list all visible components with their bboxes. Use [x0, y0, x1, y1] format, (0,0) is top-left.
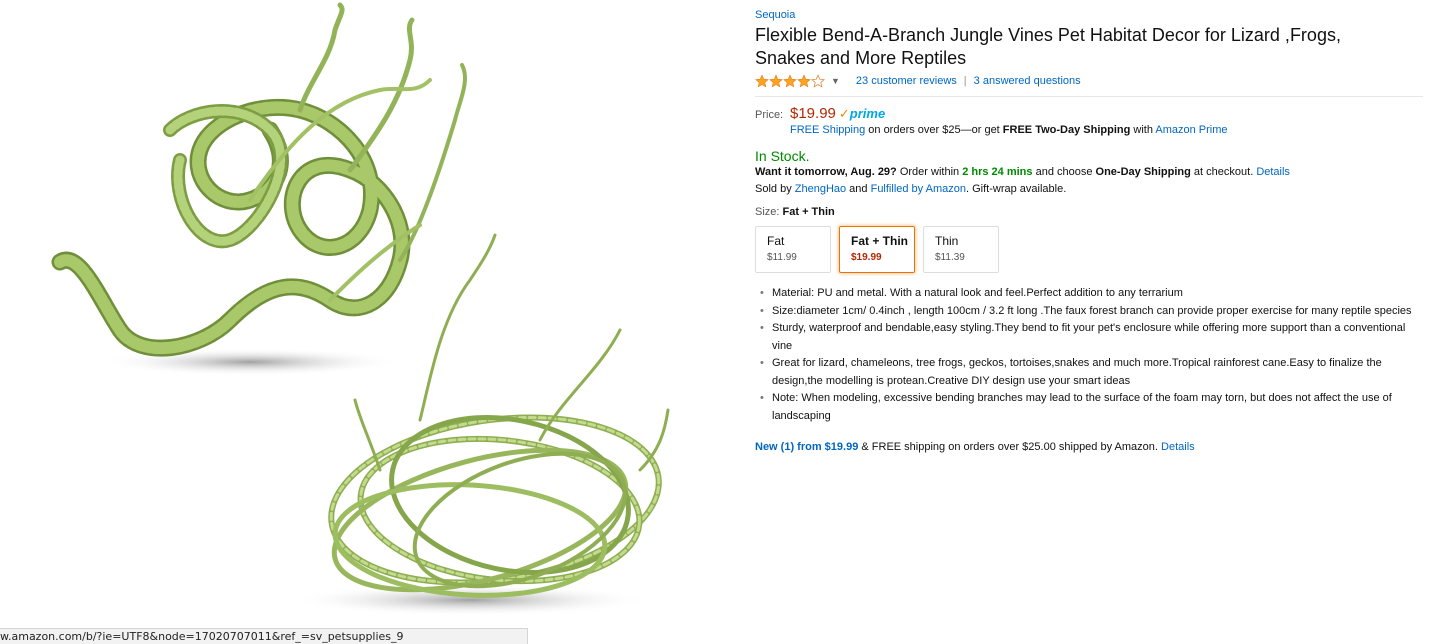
size-swatches: Fat $11.99 Fat + Thin $19.99 Thin $11.39 — [755, 226, 1425, 273]
shipping-text: on orders over $25—or get — [865, 124, 1003, 136]
shipping-info: FREE Shipping on orders over $25—or get … — [790, 124, 1425, 136]
prime-badge[interactable]: ✓ prime — [839, 106, 885, 122]
free-shipping-link[interactable]: FREE Shipping — [790, 124, 865, 136]
offers-line: New (1) from $19.99 & FREE shipping on o… — [755, 441, 1425, 453]
feature-bullet: Great for lizard, chameleons, tree frogs… — [755, 355, 1425, 390]
status-bar-url: w.amazon.com/b/?ie=UTF8&node=17020707011… — [0, 628, 528, 644]
seller-link[interactable]: ZhengHao — [795, 183, 846, 195]
and-text: and — [846, 183, 871, 195]
choose-text: and choose — [1032, 166, 1096, 178]
offers-details-link[interactable]: Details — [1161, 441, 1195, 453]
feature-bullet: Sturdy, waterproof and bendable,easy sty… — [755, 320, 1425, 355]
gift-wrap-text: . Gift-wrap available. — [965, 183, 1067, 195]
star-full-icon — [783, 74, 797, 88]
customer-reviews-link[interactable]: 23 customer reviews — [856, 75, 957, 87]
new-offers-link[interactable]: New (1) from $19.99 — [755, 441, 858, 453]
feature-bullet: Size:diameter 1cm/ 0.4inch , length 100c… — [755, 303, 1425, 321]
size-option-name: Fat — [767, 234, 785, 248]
feature-bullets: Material: PU and metal. With a natural l… — [755, 285, 1425, 425]
sold-by-text: Sold by — [755, 183, 795, 195]
chevron-down-icon[interactable]: ▼ — [831, 76, 840, 86]
product-detail: Sequoia Flexible Bend-A-Branch Jungle Vi… — [755, 8, 1425, 453]
product-image[interactable] — [0, 0, 700, 644]
amazon-prime-link[interactable]: Amazon Prime — [1155, 124, 1227, 136]
order-within-text: Order within — [896, 166, 963, 178]
one-day-shipping: One-Day Shipping — [1095, 166, 1191, 178]
size-option-fat[interactable]: Fat $11.99 — [755, 226, 831, 273]
brand-link[interactable]: Sequoia — [755, 8, 1425, 22]
price-value: $19.99 — [790, 105, 836, 122]
prime-check-icon: ✓ — [838, 106, 850, 121]
new-offers-label: New (1) from $19.99 — [755, 441, 859, 453]
star-full-icon — [755, 74, 769, 88]
size-option-thin[interactable]: Thin $11.39 — [923, 226, 999, 273]
star-full-icon — [797, 74, 811, 88]
size-label-text: Size: — [755, 206, 783, 218]
feature-bullet: Material: PU and metal. With a natural l… — [755, 285, 1425, 303]
star-empty-icon — [811, 74, 825, 88]
size-option-name: Fat + Thin — [851, 234, 908, 248]
size-option-fat-thin[interactable]: Fat + Thin $19.99 — [839, 226, 915, 273]
with-text: with — [1130, 124, 1156, 136]
stock-status: In Stock. — [755, 148, 810, 164]
offers-text: & FREE shipping on orders over $25.00 sh… — [858, 441, 1162, 453]
checkout-text: at checkout. — [1190, 166, 1257, 178]
star-rating[interactable] — [755, 74, 825, 88]
vine-illustration — [51, 2, 670, 616]
prime-logo: prime — [849, 106, 886, 121]
product-title: Flexible Bend-A-Branch Jungle Vines Pet … — [755, 25, 1341, 68]
size-option-name: Thin — [935, 234, 959, 248]
delivery-message: Want it tomorrow, Aug. 29? Order within … — [755, 164, 1425, 181]
seller-info: Sold by ZhengHao and Fulfilled by Amazon… — [755, 181, 1425, 198]
size-option-price: $19.99 — [851, 252, 882, 263]
answered-questions-link[interactable]: 3 answered questions — [974, 75, 1081, 87]
countdown: 2 hrs 24 mins — [962, 166, 1033, 178]
size-label: Size: Fat + Thin — [755, 206, 1425, 218]
two-day-shipping: FREE Two-Day Shipping — [1002, 124, 1131, 136]
price-label: Price: — [755, 109, 784, 121]
rating-row: ▼ 23 customer reviews | 3 answered quest… — [755, 73, 1425, 89]
price-row: Price: $19.99 ✓ prime — [755, 105, 1425, 122]
delivery-details-link[interactable]: Details — [1256, 166, 1290, 178]
separator: | — [963, 75, 967, 87]
divider — [755, 96, 1423, 97]
size-option-price: $11.39 — [935, 252, 965, 263]
size-option-price: $11.99 — [767, 252, 797, 263]
feature-bullet: Note: When modeling, excessive bending b… — [755, 390, 1425, 425]
star-full-icon — [769, 74, 783, 88]
size-selected: Fat + Thin — [782, 206, 835, 218]
want-it-tomorrow: Want it tomorrow, Aug. 29? — [755, 166, 897, 178]
fulfilled-by-amazon-link[interactable]: Fulfilled by Amazon — [871, 183, 966, 195]
